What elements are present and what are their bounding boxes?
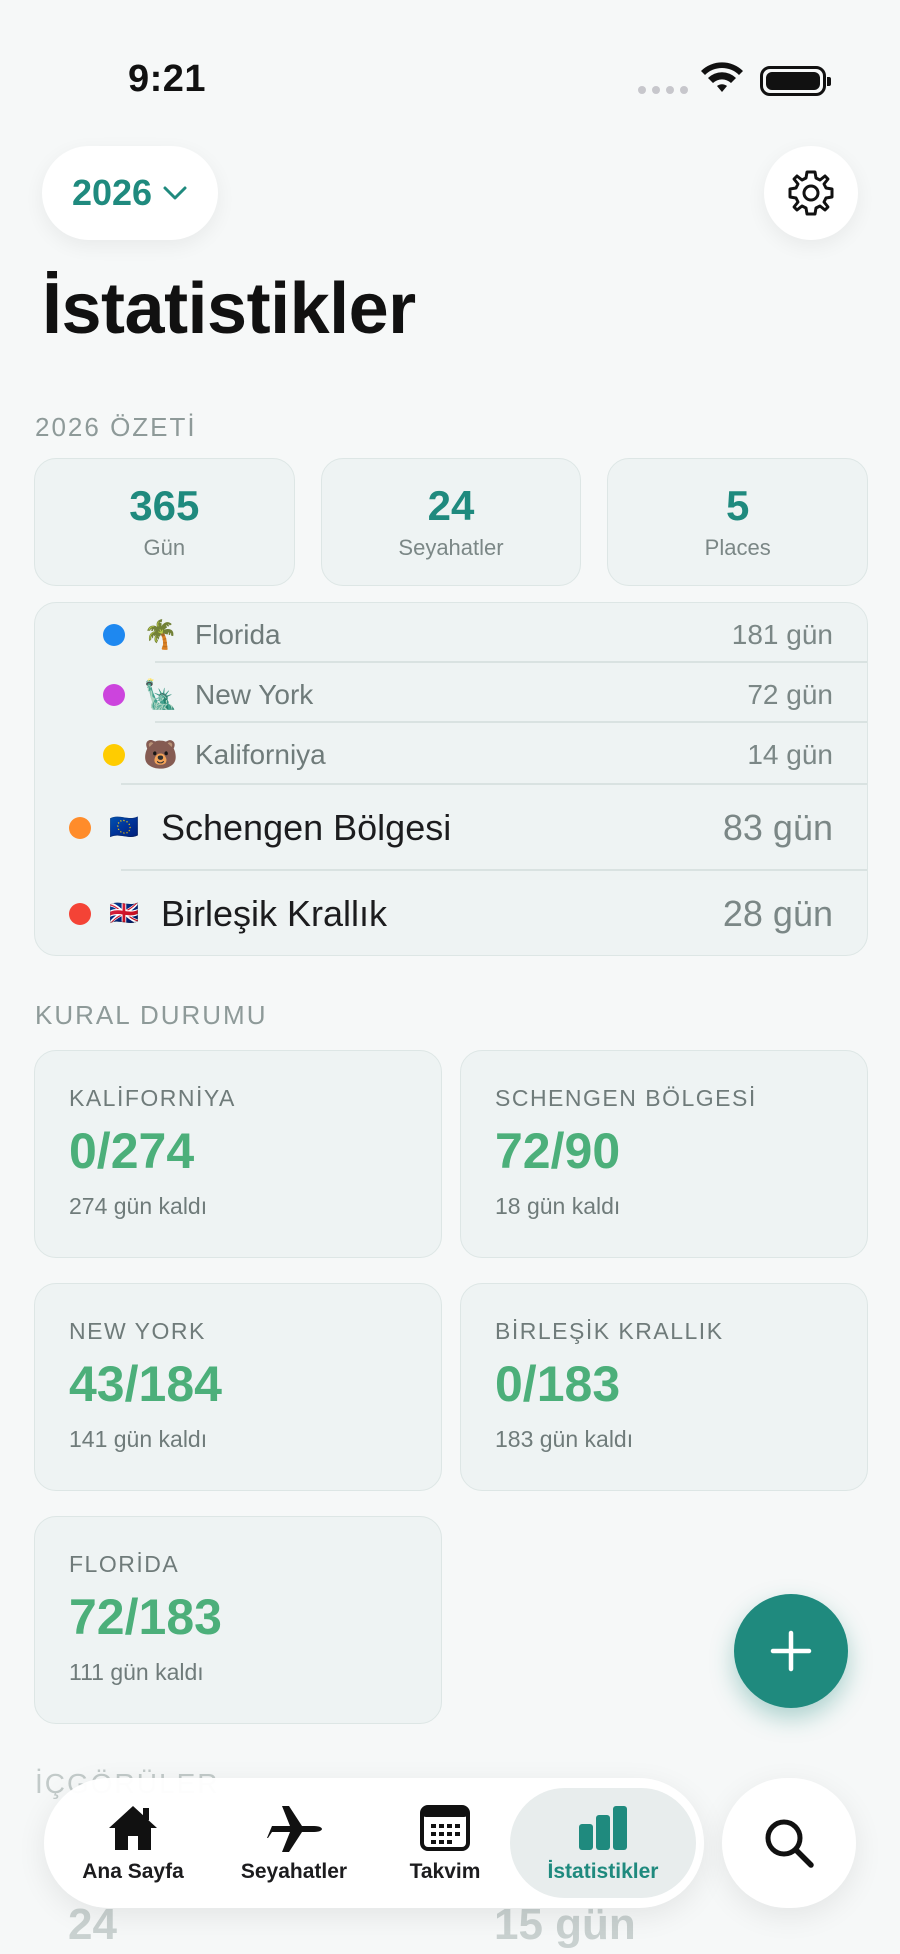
uk-flag-icon: 🇬🇧 xyxy=(109,900,139,927)
search-button[interactable] xyxy=(722,1778,856,1908)
region-name: Birleşik Krallık xyxy=(161,893,388,934)
summary-card-places: 5 Places xyxy=(607,458,869,586)
summary-cards: 365 Gün 24 Seyahatler 5 Places xyxy=(34,458,869,586)
plus-icon xyxy=(770,1630,812,1672)
eu-flag-icon: 🇪🇺 xyxy=(109,814,139,841)
summary-section-header: 2026 ÖZETİ xyxy=(35,412,197,442)
rule-name: NEW YORK xyxy=(69,1318,206,1344)
rule-card-kaliforniya[interactable]: KALİFORNİYA 0/274 274 gün kaldı xyxy=(34,1050,442,1258)
tab-label: İstatistikler xyxy=(547,1860,659,1883)
wifi-icon xyxy=(701,62,743,92)
summary-card-days: 365 Gün xyxy=(34,458,295,586)
region-row-kaliforniya[interactable]: 🐻 Kaliforniya 14 gün xyxy=(35,725,867,785)
region-row-uk[interactable]: 🇬🇧 Birleşik Krallık 28 gün xyxy=(35,871,867,955)
tab-bar: Ana Sayfa Seyahatler Takvim İstatistikle… xyxy=(44,1778,704,1908)
region-name: Schengen Bölgesi xyxy=(161,807,452,848)
region-days: 181 gün xyxy=(731,619,833,650)
tab-home[interactable]: Ana Sayfa xyxy=(58,1788,208,1898)
chevron-down-icon xyxy=(163,186,187,200)
summary-label: Places xyxy=(704,535,771,561)
rule-name: KALİFORNİYA xyxy=(69,1085,236,1111)
region-row-florida[interactable]: 🌴 Florida 181 gün xyxy=(35,605,867,665)
rule-remaining: 141 gün kaldı xyxy=(69,1426,208,1452)
signal-dots-icon xyxy=(638,86,688,94)
tab-statistics[interactable]: İstatistikler xyxy=(510,1788,696,1898)
region-row-new-york[interactable]: 🗽 New York 72 gün xyxy=(35,665,867,725)
region-days: 72 gün xyxy=(747,679,833,710)
search-icon xyxy=(765,1819,814,1868)
tab-label: Ana Sayfa xyxy=(82,1860,184,1883)
year-picker[interactable]: 2026 xyxy=(42,146,218,240)
region-name: Kaliforniya xyxy=(195,739,326,770)
region-days: 14 gün xyxy=(747,739,833,770)
region-days: 28 gün xyxy=(722,893,833,934)
rule-value: 0/274 xyxy=(69,1123,195,1179)
battery-icon xyxy=(760,66,831,96)
statue-of-liberty-icon: 🗽 xyxy=(143,679,178,710)
region-name: New York xyxy=(195,679,314,710)
rule-remaining: 111 gün kaldı xyxy=(69,1659,204,1685)
add-trip-button[interactable] xyxy=(734,1594,848,1708)
year-picker-label: 2026 xyxy=(71,172,153,213)
gear-icon xyxy=(788,170,834,216)
rule-value: 72/183 xyxy=(69,1589,222,1645)
bar-chart-icon xyxy=(579,1806,627,1850)
page-title: İstatistikler xyxy=(42,269,416,349)
tab-trips[interactable]: Seyahatler xyxy=(214,1788,374,1898)
summary-value: 24 xyxy=(427,481,475,529)
region-color-dot xyxy=(69,817,91,839)
rule-card-uk[interactable]: BİRLEŞİK KRALLIK 0/183 183 gün kaldı xyxy=(460,1283,868,1491)
house-icon xyxy=(109,1806,157,1850)
tab-calendar[interactable]: Takvim xyxy=(380,1788,510,1898)
summary-label: Seyahatler xyxy=(398,535,504,561)
region-color-dot xyxy=(103,624,125,646)
rule-name: BİRLEŞİK KRALLIK xyxy=(495,1318,724,1344)
summary-card-trips: 24 Seyahatler xyxy=(320,458,582,586)
airplane-icon xyxy=(267,1806,322,1852)
palm-tree-icon: 🌴 xyxy=(143,619,178,650)
rule-card-new-york[interactable]: NEW YORK 43/184 141 gün kaldı xyxy=(34,1283,442,1491)
rule-card-florida[interactable]: FLORİDA 72/183 111 gün kaldı xyxy=(34,1516,442,1724)
region-color-dot xyxy=(69,903,91,925)
status-time: 9:21 xyxy=(128,58,207,100)
region-days: 83 gün xyxy=(722,807,833,848)
status-bar: 9:21 xyxy=(0,0,900,140)
region-color-dot xyxy=(103,744,125,766)
rule-remaining: 274 gün kaldı xyxy=(69,1193,208,1219)
calendar-icon xyxy=(420,1805,470,1851)
bear-icon: 🐻 xyxy=(143,739,178,770)
tab-label: Takvim xyxy=(409,1860,481,1883)
region-days-list: 🌴 Florida 181 gün 🗽 New York 72 gün 🐻 Ka… xyxy=(34,602,868,956)
rule-name: FLORİDA xyxy=(69,1551,180,1577)
rule-remaining: 18 gün kaldı xyxy=(495,1193,621,1219)
rules-section-header: KURAL DURUMU xyxy=(35,1000,268,1030)
rule-name: SCHENGEN BÖLGESİ xyxy=(495,1085,757,1111)
rule-value: 0/183 xyxy=(495,1356,621,1412)
region-row-schengen[interactable]: 🇪🇺 Schengen Bölgesi 83 gün xyxy=(35,785,867,871)
settings-button[interactable] xyxy=(764,146,858,240)
summary-label: Gün xyxy=(143,535,186,561)
rule-value: 43/184 xyxy=(69,1356,222,1412)
rule-card-schengen[interactable]: SCHENGEN BÖLGESİ 72/90 18 gün kaldı xyxy=(460,1050,868,1258)
rule-remaining: 183 gün kaldı xyxy=(495,1426,634,1452)
rule-value: 72/90 xyxy=(495,1123,621,1179)
tab-label: Seyahatler xyxy=(240,1860,348,1883)
region-name: Florida xyxy=(195,619,281,650)
summary-value: 365 xyxy=(129,481,200,529)
region-color-dot xyxy=(103,684,125,706)
summary-value: 5 xyxy=(726,481,750,529)
